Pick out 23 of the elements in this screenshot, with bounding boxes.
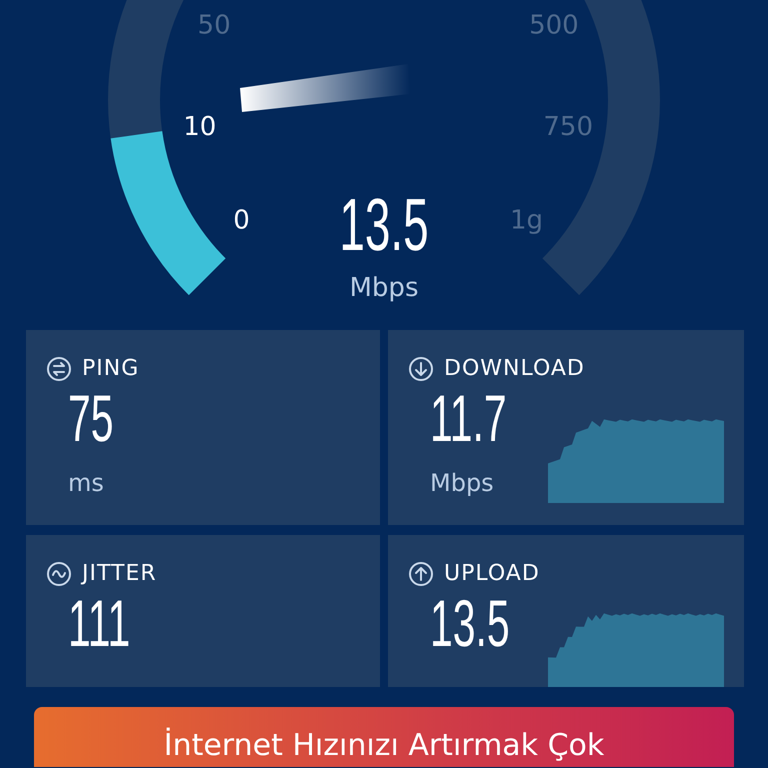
speed-reading: 13.5 [339, 184, 429, 267]
metric-label: JITTER [82, 560, 157, 588]
metric-value: 11.7 [430, 385, 507, 451]
promo-button[interactable]: İnternet Hızınızı Artırmak Çok [34, 707, 734, 767]
metric-unit: ms [68, 468, 104, 499]
metric-label: DOWNLOAD [444, 355, 585, 383]
metric-value: 13.5 [430, 590, 510, 656]
speed-unit: Mbps [350, 273, 418, 303]
metric-value: 75 [68, 385, 114, 451]
wave-icon [46, 560, 72, 586]
scale-label: 750 [543, 112, 593, 142]
metric-label: PING [82, 355, 140, 383]
upload-icon [408, 560, 434, 586]
metric-label: UPLOAD [444, 560, 540, 588]
scale-label: 0 [233, 206, 250, 236]
scale-label: 50 [198, 10, 231, 40]
scale-label: 500 [529, 10, 579, 40]
download-icon [408, 356, 434, 382]
arrows-icon [46, 356, 72, 382]
scale-label: 1g [510, 206, 543, 236]
metric-value: 111 [68, 590, 130, 656]
scale-label: 10 [183, 112, 216, 142]
metric-unit: Mbps [430, 468, 494, 499]
